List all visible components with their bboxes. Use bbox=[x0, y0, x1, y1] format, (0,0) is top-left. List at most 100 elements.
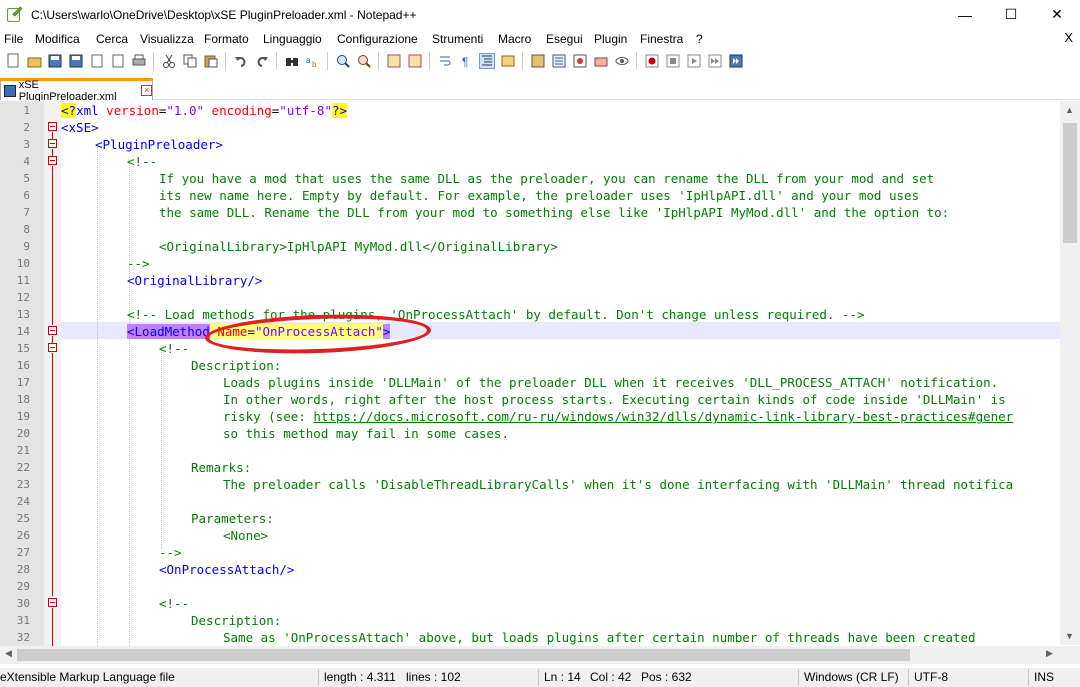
svg-text:¶: ¶ bbox=[462, 55, 468, 68]
code-area[interactable]: <?xml version="1.0" encoding="utf-8"?> <… bbox=[61, 101, 1060, 646]
menu-strumenti[interactable]: Strumenti bbox=[432, 32, 498, 46]
zoom-in-icon[interactable] bbox=[335, 53, 351, 69]
tag-bracket: < bbox=[127, 324, 135, 339]
line-number: 17 bbox=[16, 376, 30, 389]
code-line-9: <OriginalLibrary>IpHlpAPI MyMod.dll</Ori… bbox=[159, 239, 558, 254]
menu-formato[interactable]: Formato bbox=[204, 32, 263, 46]
copy-icon[interactable] bbox=[182, 53, 198, 69]
xml-value: "utf-8" bbox=[279, 103, 332, 118]
horizontal-scrollbar[interactable]: ◀ ▶ bbox=[0, 646, 1060, 664]
code-line-19: risky (see: https://docs.microsoft.com/r… bbox=[223, 408, 1080, 425]
scroll-right-icon[interactable]: ▶ bbox=[1046, 648, 1053, 659]
save-all-icon[interactable] bbox=[68, 53, 84, 69]
code-line-6: its new name here. Empty by default. For… bbox=[159, 188, 920, 203]
close-all-icon[interactable] bbox=[110, 53, 126, 69]
line-number: 16 bbox=[16, 359, 30, 372]
show-all-icon[interactable]: ¶ bbox=[458, 53, 474, 69]
menu-cerca[interactable]: Cerca bbox=[96, 32, 140, 46]
maximize-button[interactable]: ☐ bbox=[988, 0, 1034, 29]
line-number: 4 bbox=[23, 155, 30, 168]
menu-esegui[interactable]: Esegui bbox=[546, 32, 594, 46]
xml-value: "1.0" bbox=[166, 103, 205, 118]
fold-toggle[interactable] bbox=[48, 139, 57, 148]
notepadpp-icon bbox=[6, 6, 23, 23]
tab-close-icon[interactable]: × bbox=[141, 85, 152, 96]
print-icon[interactable] bbox=[131, 53, 147, 69]
scroll-left-icon[interactable]: ◀ bbox=[5, 648, 12, 659]
tab-label: xSE PluginPreloader.xml bbox=[18, 78, 117, 103]
monitor-icon[interactable] bbox=[614, 53, 630, 69]
replace-icon[interactable]: ab bbox=[305, 53, 321, 69]
paste-icon[interactable] bbox=[203, 53, 219, 69]
folder-workspace-icon[interactable] bbox=[572, 53, 588, 69]
fold-toggle[interactable] bbox=[48, 326, 57, 335]
undo-icon[interactable] bbox=[233, 53, 249, 69]
play-icon[interactable] bbox=[686, 53, 702, 69]
code-line-28: <OnProcessAttach/> bbox=[159, 562, 295, 577]
fold-toggle[interactable] bbox=[48, 156, 57, 165]
code-line-22: Remarks: bbox=[191, 460, 252, 475]
fold-line bbox=[52, 166, 53, 325]
find-icon[interactable] bbox=[284, 53, 300, 69]
close-icon[interactable] bbox=[89, 53, 105, 69]
menu-visualizza[interactable]: Visualizza bbox=[140, 32, 204, 46]
menu-finestra[interactable]: Finestra bbox=[640, 32, 696, 46]
xml-keyword: xml bbox=[76, 103, 107, 118]
menu-plugin[interactable]: Plugin bbox=[594, 32, 640, 46]
menu-configurazione[interactable]: Configurazione bbox=[337, 32, 432, 46]
fold-toggle[interactable] bbox=[48, 343, 57, 352]
record-icon[interactable] bbox=[644, 53, 660, 69]
function-list-icon[interactable] bbox=[551, 53, 567, 69]
vertical-scrollbar[interactable]: ▲ ▼ bbox=[1060, 101, 1080, 645]
fold-toggle[interactable] bbox=[48, 598, 57, 607]
save-icon[interactable] bbox=[47, 53, 63, 69]
line-number: 11 bbox=[16, 274, 30, 287]
fold-line bbox=[52, 608, 53, 646]
project-icon[interactable] bbox=[593, 53, 609, 69]
code-line-11: <OriginalLibrary/> bbox=[127, 273, 263, 288]
menu-modifica[interactable]: Modifica bbox=[35, 32, 96, 46]
cut-icon[interactable] bbox=[161, 53, 177, 69]
sync-h-icon[interactable] bbox=[407, 53, 423, 69]
word-wrap-icon[interactable] bbox=[437, 53, 453, 69]
stop-icon[interactable] bbox=[665, 53, 681, 69]
fold-toggle[interactable] bbox=[48, 122, 57, 131]
line-number: 32 bbox=[16, 631, 30, 644]
line-number: 27 bbox=[16, 546, 30, 559]
line-number: 3 bbox=[23, 138, 30, 151]
toolbar-separator bbox=[429, 51, 430, 70]
status-insert-mode: INS bbox=[1034, 670, 1055, 684]
doc-map-icon[interactable] bbox=[530, 53, 546, 69]
open-file-icon[interactable] bbox=[26, 53, 42, 69]
status-filetype: eXtensible Markup Language file bbox=[0, 670, 175, 684]
close-window-button[interactable]: ✕ bbox=[1034, 0, 1080, 29]
code-line-10: --> bbox=[127, 256, 150, 271]
new-file-icon[interactable] bbox=[5, 53, 21, 69]
indent-guide-icon[interactable] bbox=[479, 52, 495, 69]
line-number: 5 bbox=[23, 172, 30, 185]
line-number: 14 bbox=[16, 325, 30, 338]
menu-file[interactable]: File bbox=[4, 32, 35, 46]
menu-help[interactable]: ? bbox=[696, 32, 710, 46]
save-macro-icon[interactable] bbox=[728, 53, 744, 69]
tab-xse-pluginpreloader[interactable]: xSE PluginPreloader.xml × bbox=[0, 78, 153, 103]
editor-area[interactable]: 1 2 3 4 5 6 7 8 9 10 11 12 13 14 15 16 1… bbox=[0, 101, 1080, 646]
play-multiple-icon[interactable] bbox=[707, 53, 723, 69]
docs-link[interactable]: https://docs.microsoft.com/ru-ru/windows… bbox=[313, 409, 1013, 424]
minimize-button[interactable]: — bbox=[942, 0, 988, 29]
scroll-up-icon[interactable]: ▲ bbox=[1065, 105, 1074, 115]
scroll-down-icon[interactable]: ▼ bbox=[1065, 631, 1074, 641]
status-separator bbox=[908, 669, 909, 686]
toolbar-separator bbox=[153, 51, 154, 70]
vertical-scroll-thumb[interactable] bbox=[1063, 123, 1077, 243]
menu-linguaggio[interactable]: Linguaggio bbox=[263, 32, 337, 46]
sync-v-icon[interactable] bbox=[386, 53, 402, 69]
menu-macro[interactable]: Macro bbox=[498, 32, 546, 46]
line-number: 9 bbox=[23, 240, 30, 253]
redo-icon[interactable] bbox=[254, 53, 270, 69]
zoom-out-icon[interactable] bbox=[356, 53, 372, 69]
horizontal-scroll-thumb[interactable] bbox=[17, 649, 910, 661]
status-col: Col : 42 bbox=[590, 670, 632, 684]
udl-icon[interactable] bbox=[500, 53, 516, 69]
close-document-button[interactable]: X bbox=[1064, 30, 1073, 45]
